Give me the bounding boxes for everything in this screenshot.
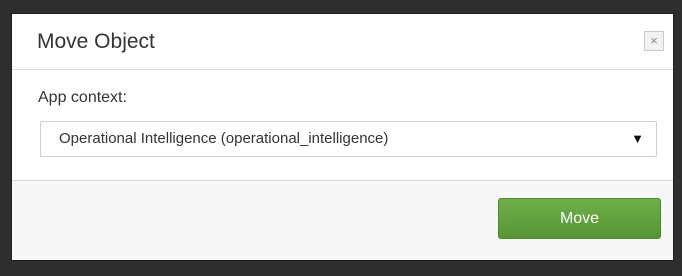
dialog-body: App context: Operational Intelligence (o… [12,70,673,181]
move-button[interactable]: Move [498,198,661,239]
dialog-title: Move Object [37,30,155,53]
close-icon[interactable]: × [644,31,664,51]
move-object-dialog: Move Object × App context: Operational I… [11,13,674,261]
dialog-footer: Move [12,181,673,260]
dialog-header: Move Object × [12,14,673,70]
app-context-label: App context: [38,89,127,106]
app-context-select[interactable]: Operational Intelligence (operational_in… [40,121,657,157]
app-context-selected-value: Operational Intelligence (operational_in… [59,130,389,147]
triangle-down-icon: ▼ [631,131,644,146]
